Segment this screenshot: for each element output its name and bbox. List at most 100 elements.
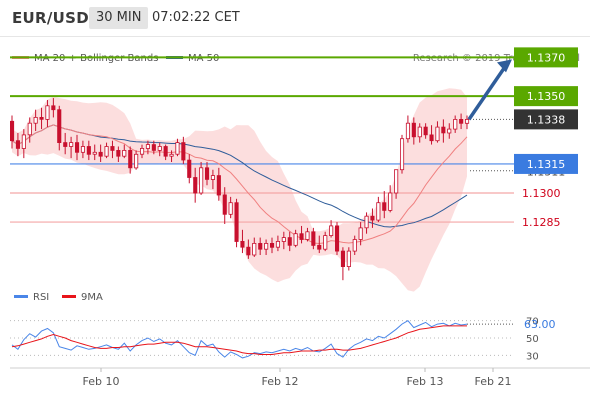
candle-body <box>228 202 233 215</box>
candle-body <box>234 202 239 242</box>
candle-body <box>317 244 322 250</box>
candle-body <box>98 151 103 157</box>
last-price-label: 1.1338 <box>527 113 566 126</box>
rsi-9ma-line <box>11 325 467 355</box>
candle-body <box>51 105 56 111</box>
candle-body <box>216 175 221 196</box>
candle-body <box>86 146 91 155</box>
candle-body <box>169 153 174 157</box>
candle-body <box>187 159 192 178</box>
candle-body <box>104 146 109 157</box>
candle-body <box>394 169 399 194</box>
ma20-legend-label: MA 20 + Bollinger Bands <box>34 53 158 64</box>
candle-body <box>464 119 470 124</box>
candle-body <box>293 233 298 246</box>
x-tick-label: Feb 12 <box>262 375 299 388</box>
candle-body <box>57 109 62 143</box>
candle-body <box>281 237 286 242</box>
candle-body <box>122 149 127 157</box>
ma50-legend-label: MA 50 <box>188 53 219 64</box>
candle-body <box>63 142 68 147</box>
candle-body <box>417 126 422 138</box>
candle-body <box>346 250 351 268</box>
candle-body <box>39 117 44 120</box>
candle-body <box>139 147 145 155</box>
candle-body <box>264 242 269 250</box>
support-label: 1.1285 <box>522 216 561 229</box>
candle-body <box>75 142 80 153</box>
candle-body <box>352 239 357 252</box>
level-labels: 1.1370 1.1350 1.1338 1.1315 1.1300 1.1285 <box>514 47 578 229</box>
candle-body <box>9 120 15 142</box>
candle-body <box>92 151 97 155</box>
candle-body <box>193 177 198 194</box>
candle-body <box>157 146 162 151</box>
candle-body <box>329 225 334 236</box>
candle-body <box>69 142 74 147</box>
candle-body <box>222 194 227 215</box>
candle-body <box>447 128 452 134</box>
rsi-tick-label: 50 <box>526 334 539 345</box>
ma9-legend-swatch <box>62 295 76 298</box>
candle-body <box>27 122 32 136</box>
candle-body <box>240 240 245 248</box>
candle-body <box>116 149 121 157</box>
projection <box>467 59 512 121</box>
candle-body <box>453 119 458 130</box>
x-tick-label: Feb 10 <box>83 375 120 388</box>
candle-body <box>15 140 20 149</box>
candle-body <box>423 126 428 136</box>
candle-body <box>340 250 345 268</box>
candle-body <box>128 149 133 169</box>
candle-body <box>163 146 168 157</box>
rsi-tick-label: 30 <box>526 351 539 362</box>
candle-body <box>151 144 156 151</box>
candle-body <box>305 231 310 240</box>
bollinger-band-area <box>12 88 467 292</box>
candle-body <box>435 126 440 142</box>
candle-body <box>199 167 204 194</box>
candle-body <box>246 246 251 256</box>
price-chart: MA 20 + Bollinger Bands MA 50 Research ©… <box>9 47 590 388</box>
candle-body <box>405 122 410 140</box>
pivot-label: 1.1315 <box>527 158 566 171</box>
candle-body <box>210 175 216 180</box>
support-label: 1.1300 <box>522 187 561 200</box>
candle-body <box>145 144 151 149</box>
candle-body <box>269 242 275 248</box>
candle-body <box>388 192 393 211</box>
ma9-legend-label: 9MA <box>81 292 103 303</box>
resistance-label: 1.1370 <box>527 51 566 64</box>
candle-body <box>459 119 464 124</box>
candle-body <box>252 242 257 256</box>
candle-body <box>364 215 369 229</box>
projection-arrow-shaft <box>467 64 508 121</box>
candle-body <box>323 235 328 250</box>
candle-body <box>299 233 304 240</box>
candle-body <box>376 202 381 221</box>
candle-body <box>411 122 416 138</box>
rsi-legend-swatch <box>14 295 28 298</box>
resistance-label: 1.1350 <box>527 90 566 103</box>
x-tick-label: Feb 13 <box>407 375 444 388</box>
candle-body <box>382 202 387 211</box>
candle-body <box>110 146 115 151</box>
candle-body <box>287 237 292 246</box>
candle-body <box>21 134 26 149</box>
candle-body <box>134 153 139 169</box>
rsi-panel: 30507063.00 <box>10 317 556 362</box>
candle-body <box>175 142 180 155</box>
x-tick-label: Feb 21 <box>475 375 512 388</box>
candle-body <box>33 117 38 124</box>
rsi-current-value: 63.00 <box>524 318 556 331</box>
candle-body <box>258 242 263 250</box>
candle-body <box>311 231 316 246</box>
candle-body <box>399 138 405 171</box>
candle-body <box>204 167 210 180</box>
x-axis-ticks: Feb 10 Feb 12 Feb 13 Feb 21 <box>83 368 512 388</box>
bollinger-band <box>12 88 467 292</box>
candle-body <box>358 227 363 240</box>
candle-body <box>334 225 340 252</box>
candle-body <box>80 146 86 153</box>
candle-body <box>429 134 434 142</box>
